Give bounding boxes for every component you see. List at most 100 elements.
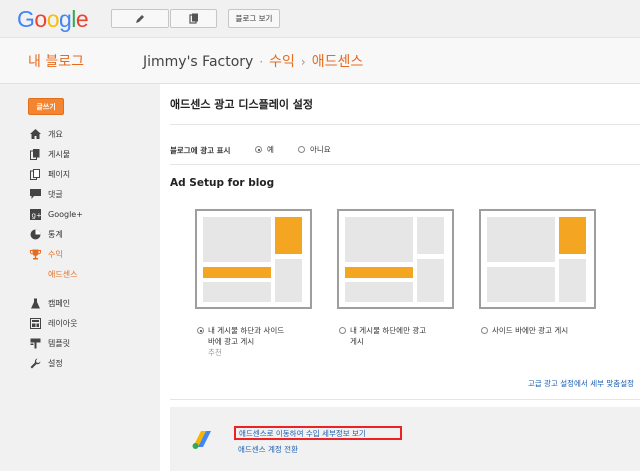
campaign-icon — [28, 297, 42, 309]
sidebar-ad-block — [559, 217, 586, 254]
ad-placement-label-line2: 바에 광고 게시 — [208, 337, 255, 346]
advanced-settings-link[interactable]: 고급 광고 설정에서 세부 맞춤설정 — [528, 378, 634, 389]
breadcrumb-adsense: 애드센스 — [311, 54, 364, 70]
sidebar-item-label: 통계 — [48, 229, 63, 239]
bottom-ad-block — [345, 267, 413, 278]
page-header: 내 블로그 Jimmy's Factory · 수익 › 애드센스 — [0, 38, 640, 84]
ad-placement-option-both[interactable]: 내 게시물 하단과 사이드 바에 광고 게시 추천 — [197, 325, 284, 358]
sidebar-item-template[interactable]: 템플릿 — [28, 333, 158, 353]
sidebar-ad-block — [275, 217, 302, 254]
sidebar-block — [559, 259, 586, 302]
blog-name[interactable]: Jimmy's Factory — [143, 54, 253, 70]
google-logo[interactable]: Google — [17, 6, 89, 33]
sidebar-item-settings[interactable]: 설정 — [28, 353, 158, 373]
sidebar-item-label: 레이아웃 — [48, 318, 78, 328]
sidebar-item-label: 개요 — [48, 129, 63, 139]
ad-placement-radio-sidebar[interactable] — [481, 327, 488, 334]
layout-preview-bottom-only[interactable] — [337, 209, 454, 309]
main-content: 애드센스 광고 디스플레이 설정 블로그에 광고 표시 예 아니요 Ad Set… — [160, 84, 640, 471]
breadcrumb-earnings[interactable]: 수익 — [269, 51, 295, 71]
logo-letter-e: e — [75, 6, 89, 32]
home-icon — [28, 128, 42, 140]
sidebar-item-campaigns[interactable]: 캠페인 — [28, 293, 158, 313]
switch-adsense-account-link[interactable]: 애드센스 계정 전환 — [238, 444, 298, 455]
show-ads-no-radio[interactable] — [298, 146, 305, 153]
svg-text:g+: g+ — [31, 211, 41, 219]
stats-icon — [28, 228, 42, 240]
sidebar-item-label: 수익 — [48, 249, 63, 259]
page-title: 애드센스 광고 디스플레이 설정 — [170, 98, 314, 111]
sidebar-item-pages[interactable]: 페이지 — [28, 164, 158, 184]
sidebar-item-overview[interactable]: 개요 — [28, 124, 158, 144]
sidebar-item-label: 페이지 — [48, 169, 71, 179]
ad-placement-label-line1: 내 게시물 하단과 사이드 — [208, 326, 285, 335]
new-post-button[interactable] — [111, 9, 169, 28]
ad-placement-label-line2: 게시 — [350, 337, 364, 346]
sidebar-block — [417, 259, 444, 302]
show-ads-yes-radio[interactable] — [255, 146, 262, 153]
ad-placement-option-sidebar[interactable]: 사이드 바에만 광고 게시 — [481, 325, 568, 336]
logo-letter-g2: g — [58, 6, 72, 32]
breadcrumb-arrow: › — [300, 55, 306, 69]
sidebar-item-comments[interactable]: 댓글 — [28, 184, 158, 204]
wrench-icon — [28, 357, 42, 369]
sidebar-item-label: 설정 — [48, 358, 63, 368]
content-block — [345, 217, 413, 262]
divider — [170, 164, 640, 165]
sidebar-item-stats[interactable]: 통계 — [28, 224, 158, 244]
view-blog-button[interactable]: 블로그 보기 — [228, 9, 280, 28]
pencil-icon — [136, 14, 144, 23]
posts-icon — [188, 13, 198, 24]
sidebar-item-label: 캠페인 — [48, 298, 71, 308]
google-plus-icon: g+ — [28, 208, 42, 220]
ad-placement-text: 내 게시물 하단에만 광고 게시 — [350, 325, 426, 347]
ad-placement-option-bottom[interactable]: 내 게시물 하단에만 광고 게시 — [339, 325, 426, 347]
sidebar-item-label: 애드센스 — [48, 269, 78, 279]
layout-icon — [28, 317, 42, 329]
ad-placement-radio-bottom[interactable] — [339, 327, 346, 334]
ad-setup-title: Ad Setup for blog — [170, 177, 275, 189]
ad-placement-radio-both[interactable] — [197, 327, 204, 334]
show-ads-label: 블로그에 광고 표시 — [170, 146, 231, 155]
trophy-icon — [28, 248, 42, 260]
divider — [170, 399, 640, 400]
pages-icon — [28, 168, 42, 180]
sidebar-item-earnings[interactable]: 수익 — [28, 244, 158, 264]
logo-letter-o1: o — [34, 6, 47, 32]
sidebar-block — [275, 259, 302, 302]
ad-placement-label-line1: 사이드 바에만 광고 게시 — [492, 326, 569, 335]
adsense-details-link[interactable]: 애드센스로 이동하여 수입 세부정보 보기 — [234, 426, 402, 440]
comment-icon — [28, 188, 42, 200]
bottom-ad-block — [203, 267, 271, 278]
logo-letter-o2: o — [46, 6, 60, 32]
template-icon — [28, 337, 42, 349]
my-blog-link[interactable]: 내 블로그 — [28, 51, 84, 71]
ad-placement-label-line1: 내 게시물 하단에만 광고 — [350, 326, 427, 335]
posts-list-button[interactable] — [170, 9, 217, 28]
layout-preview-sidebar-only[interactable] — [479, 209, 596, 309]
sidebar-item-adsense[interactable]: 애드센스 — [28, 264, 158, 284]
sidebar-item-google-plus[interactable]: g+ Google+ — [28, 204, 158, 224]
sidebar-item-layout[interactable]: 레이아웃 — [28, 313, 158, 333]
sidebar-block — [417, 217, 444, 254]
write-post-button[interactable]: 글쓰기 — [28, 98, 64, 115]
content-block — [203, 282, 271, 302]
sidebar-nav: 개요 게시물 페이지 댓글 g+ Google+ 통계 수익 애드센스 캠페인 … — [28, 124, 158, 373]
content-block — [203, 217, 271, 262]
content-block — [487, 217, 555, 262]
show-ads-yes-label: 예 — [267, 145, 274, 154]
ad-placement-text: 내 게시물 하단과 사이드 바에 광고 게시 추천 — [208, 325, 284, 358]
top-bar: Google 블로그 보기 — [0, 0, 640, 38]
breadcrumb: Jimmy's Factory · 수익 › 애드센스 — [143, 51, 363, 71]
sidebar-item-posts[interactable]: 게시물 — [28, 144, 158, 164]
show-ads-no-label: 아니요 — [310, 145, 331, 154]
show-ads-yes-option[interactable]: 예 — [255, 144, 274, 155]
posts-icon — [28, 148, 42, 160]
show-ads-no-option[interactable]: 아니요 — [298, 144, 331, 155]
layout-preview-both[interactable] — [195, 209, 312, 309]
sidebar-item-label: 댓글 — [48, 189, 63, 199]
content-block — [487, 267, 555, 302]
adsense-logo-icon — [192, 431, 211, 449]
logo-letter-g: G — [17, 6, 35, 32]
